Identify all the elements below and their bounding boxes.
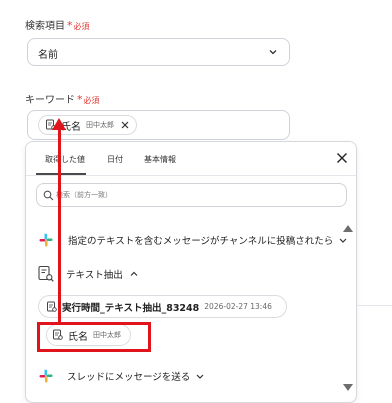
list-item-text-extract[interactable]: テキスト抽出 [37, 265, 139, 283]
search-item-label: 検索項目 *必須 [25, 19, 90, 32]
keyword-chip-sample: 田中太郎 [86, 121, 114, 129]
tab-acquired-values[interactable]: 取得した値 [45, 154, 85, 165]
search-item-select[interactable]: 名前 [27, 38, 290, 66]
document-search-icon [38, 265, 54, 282]
keyword-label: キーワード *必須 [25, 93, 100, 106]
value-chip-exec-time[interactable]: 実行時間_テキスト抽出_83248 2026-02-27 13:46 [38, 295, 287, 318]
search-placeholder: 検索（前方一致） [56, 191, 112, 199]
slack-thread-send-label: スレッドにメッセージを送る [67, 372, 191, 383]
search-item-value: 名前 [38, 50, 58, 61]
divider [357, 305, 392, 306]
close-icon[interactable] [336, 152, 348, 164]
slack-icon [39, 233, 53, 247]
chevron-down-icon [269, 50, 277, 55]
close-icon[interactable] [120, 120, 130, 130]
text-extract-label: テキスト抽出 [66, 270, 123, 281]
slack-icon [39, 369, 53, 383]
document-search-icon [47, 301, 57, 312]
highlight-arrow-line [58, 128, 61, 324]
list-item-slack-trigger[interactable]: 指定のテキストを含むメッセージがチャンネルに投稿されたら [39, 233, 348, 247]
highlight-box [37, 322, 151, 352]
scroll-down-arrow[interactable] [343, 384, 353, 391]
exec-time-name: 実行時間_テキスト抽出_83248 [62, 302, 200, 314]
exec-time-value: 2026-02-27 13:46 [204, 302, 272, 311]
tab-basic-info[interactable]: 基本情報 [144, 154, 176, 165]
search-input[interactable]: 検索（前方一致） [36, 183, 347, 207]
tab-divider [26, 175, 356, 176]
tab-date[interactable]: 日付 [107, 154, 123, 165]
list-item-slack-thread-send[interactable]: スレッドにメッセージを送る [39, 369, 205, 383]
highlight-arrow-head [52, 118, 66, 130]
slack-trigger-label: 指定のテキストを含むメッセージがチャンネルに投稿されたら [68, 236, 334, 247]
chevron-down-icon [339, 238, 347, 243]
chevron-up-icon [130, 271, 138, 276]
chevron-down-icon [196, 374, 204, 379]
keyword-field[interactable]: 氏名 田中太郎 [27, 110, 290, 140]
scroll-up-arrow[interactable] [343, 225, 353, 232]
value-picker-dropdown: 取得した値 日付 基本情報 検索（前方一致） 指定のテキストを含むメッセージがチ… [25, 141, 357, 403]
search-icon [43, 190, 54, 201]
